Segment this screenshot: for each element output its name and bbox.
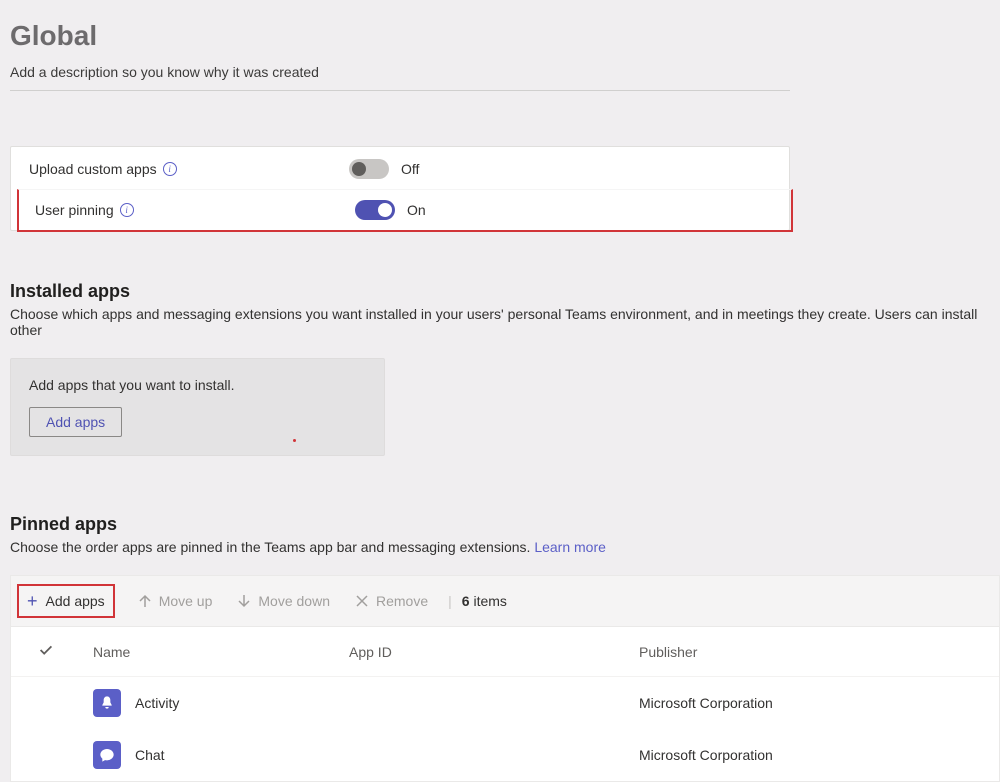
install-panel: Add apps that you want to install. Add a…	[10, 358, 385, 456]
app-publisher: Microsoft Corporation	[639, 747, 1000, 763]
pinned-apps-toolbar: + Add apps Move up Move down Remove | 6 …	[10, 575, 1000, 627]
pinned-apps-table: Name App ID Publisher Activity Microsoft…	[10, 627, 1000, 782]
installed-apps-heading: Installed apps	[10, 281, 990, 302]
arrow-up-icon	[137, 593, 153, 609]
app-name: Chat	[135, 747, 165, 763]
separator: |	[442, 593, 458, 609]
page-title: Global	[10, 20, 990, 52]
learn-more-link[interactable]: Learn more	[534, 539, 606, 555]
app-publisher: Microsoft Corporation	[639, 695, 1000, 711]
table-row[interactable]: Activity Microsoft Corporation	[11, 677, 999, 729]
move-down-button[interactable]: Move down	[226, 587, 340, 615]
table-row[interactable]: Chat Microsoft Corporation	[11, 729, 999, 781]
table-header: Name App ID Publisher	[11, 627, 999, 677]
col-publisher[interactable]: Publisher	[639, 644, 1000, 660]
col-app-id[interactable]: App ID	[349, 644, 639, 660]
toggle-user-pinning[interactable]	[355, 200, 395, 220]
toggle-upload-custom-apps[interactable]	[349, 159, 389, 179]
col-name[interactable]: Name	[79, 644, 349, 660]
pinned-apps-desc: Choose the order apps are pinned in the …	[10, 539, 990, 555]
activity-icon	[93, 689, 121, 717]
pinned-apps-heading: Pinned apps	[10, 514, 990, 535]
x-icon	[354, 593, 370, 609]
move-up-button[interactable]: Move up	[127, 587, 223, 615]
select-all[interactable]	[19, 641, 79, 662]
setting-label: Upload custom apps	[29, 161, 157, 177]
app-name: Activity	[135, 695, 179, 711]
check-icon	[37, 641, 55, 659]
setting-user-pinning: User pinning i On	[17, 189, 793, 232]
arrow-down-icon	[236, 593, 252, 609]
add-apps-button[interactable]: Add apps	[29, 407, 122, 437]
toggle-state-text: Off	[401, 161, 419, 177]
setting-upload-custom-apps: Upload custom apps i Off	[11, 147, 789, 191]
info-icon[interactable]: i	[120, 203, 134, 217]
info-icon[interactable]: i	[163, 162, 177, 176]
install-panel-text: Add apps that you want to install.	[29, 377, 366, 393]
setting-label: User pinning	[35, 202, 114, 218]
settings-card: Upload custom apps i Off User pinning i …	[10, 146, 790, 231]
page-description[interactable]: Add a description so you know why it was…	[10, 64, 790, 91]
chat-icon	[93, 741, 121, 769]
marker-dot	[293, 439, 296, 442]
toggle-state-text: On	[407, 202, 426, 218]
plus-icon: +	[27, 592, 38, 610]
item-count: 6 items	[462, 593, 507, 609]
remove-button[interactable]: Remove	[344, 587, 438, 615]
installed-apps-desc: Choose which apps and messaging extensio…	[10, 306, 990, 338]
add-apps-pinned-button[interactable]: + Add apps	[17, 584, 115, 618]
